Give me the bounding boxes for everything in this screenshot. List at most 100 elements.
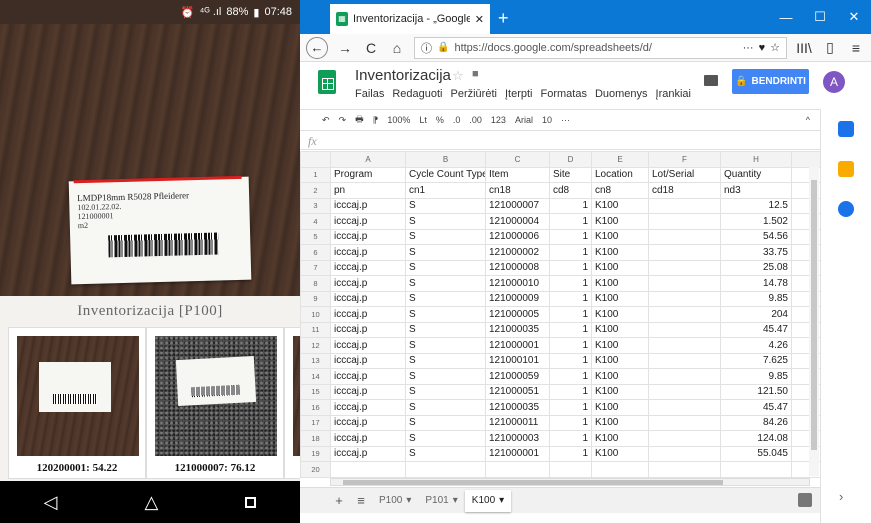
dropdown-icon[interactable]: ▾	[499, 495, 504, 506]
table-cell[interactable]: 121000035	[485, 321, 550, 338]
table-cell[interactable]	[648, 399, 721, 416]
home-icon[interactable]: △	[144, 492, 158, 513]
formula-bar[interactable]: fx	[300, 133, 820, 150]
table-cell[interactable]: Item	[485, 166, 550, 183]
table-cell[interactable]: icccaj.p	[330, 430, 406, 447]
table-cell[interactable]: Site	[549, 166, 592, 183]
keep-icon[interactable]	[838, 161, 854, 177]
table-cell[interactable]	[648, 290, 721, 307]
table-cell[interactable]: 1	[549, 306, 592, 323]
row-header[interactable]: 13	[300, 352, 331, 369]
table-cell[interactable]: S	[405, 306, 486, 323]
table-cell[interactable]: icccaj.p	[330, 197, 406, 214]
home-button[interactable]: ⌂	[388, 40, 406, 56]
row-header[interactable]: 5	[300, 228, 331, 245]
table-cell[interactable]: icccaj.p	[330, 259, 406, 276]
table-cell[interactable]: Lot/Serial	[648, 166, 721, 183]
row-header[interactable]: 1	[300, 166, 331, 183]
table-cell[interactable]: 1	[549, 445, 592, 462]
table-cell[interactable]	[648, 275, 721, 292]
menu-insert[interactable]: Įterpti	[505, 88, 533, 100]
table-cell[interactable]: S	[405, 321, 486, 338]
browser-tab[interactable]: ▦ Inventorizacija - „Google“ skaič ✕	[330, 4, 490, 34]
table-cell[interactable]	[648, 306, 721, 323]
table-cell[interactable]: cn1	[405, 182, 486, 199]
table-cell[interactable]: icccaj.p	[330, 290, 406, 307]
table-cell[interactable]: 121000101	[485, 352, 550, 369]
column-header[interactable]: H	[720, 151, 792, 168]
calendar-icon[interactable]	[838, 121, 854, 137]
explore-icon[interactable]	[798, 493, 812, 507]
table-cell[interactable]	[648, 430, 721, 447]
table-cell[interactable]: 1	[549, 228, 592, 245]
thumbnail-card[interactable]: 120200001: 54.22	[8, 327, 146, 479]
table-cell[interactable]: K100	[591, 244, 649, 261]
row-header[interactable]: 4	[300, 213, 331, 230]
row-header[interactable]: 6	[300, 244, 331, 261]
table-cell[interactable]: icccaj.p	[330, 337, 406, 354]
percent-button[interactable]: %	[436, 115, 444, 125]
table-cell[interactable]: icccaj.p	[330, 321, 406, 338]
vertical-scrollbar[interactable]	[809, 166, 819, 476]
column-header[interactable]: F	[648, 151, 721, 168]
thumbnail-card[interactable]	[284, 327, 300, 479]
menu-data[interactable]: Duomenys	[595, 88, 648, 100]
menu-view[interactable]: Peržiūrėti	[451, 88, 497, 100]
more-icon[interactable]: ···	[743, 42, 754, 54]
table-cell[interactable]: 1	[549, 383, 592, 400]
table-cell[interactable]: 121000007	[485, 197, 550, 214]
menu-icon[interactable]: ≡	[847, 40, 865, 56]
table-cell[interactable]	[648, 352, 721, 369]
table-cell[interactable]: K100	[591, 228, 649, 245]
table-cell[interactable]: S	[405, 445, 486, 462]
table-cell[interactable]	[720, 461, 792, 478]
print-icon[interactable]: 🖶	[355, 112, 364, 128]
column-header[interactable]: E	[591, 151, 649, 168]
folder-icon[interactable]: ■	[472, 68, 479, 80]
thumbnail-card[interactable]: 121000007: 76.12	[146, 327, 284, 479]
column-header[interactable]: C	[485, 151, 550, 168]
table-cell[interactable]: S	[405, 368, 486, 385]
table-cell[interactable]	[648, 414, 721, 431]
minimize-button[interactable]: —	[769, 10, 803, 25]
table-cell[interactable]: icccaj.p	[330, 445, 406, 462]
table-cell[interactable]: nd3	[720, 182, 792, 199]
table-cell[interactable]	[648, 383, 721, 400]
row-header[interactable]: 20	[300, 461, 331, 478]
table-cell[interactable]: 204	[720, 306, 792, 323]
row-header[interactable]: 12	[300, 337, 331, 354]
paint-format-icon[interactable]: ⁋	[373, 115, 379, 126]
table-cell[interactable]: 9.85	[720, 290, 792, 307]
row-header[interactable]: 7	[300, 259, 331, 276]
menu-format[interactable]: Formatas	[540, 88, 586, 100]
table-cell[interactable]: S	[405, 259, 486, 276]
table-cell[interactable]: 1	[549, 321, 592, 338]
decrease-decimal-button[interactable]: .0	[453, 115, 461, 125]
table-cell[interactable]: K100	[591, 414, 649, 431]
table-cell[interactable]: S	[405, 383, 486, 400]
table-cell[interactable]: 1	[549, 197, 592, 214]
table-cell[interactable]: 121.50	[720, 383, 792, 400]
font-size-select[interactable]: 10	[542, 115, 552, 125]
table-cell[interactable]: S	[405, 399, 486, 416]
table-cell[interactable]: cn18	[485, 182, 550, 199]
corner-cell[interactable]	[300, 151, 331, 168]
table-cell[interactable]	[549, 461, 592, 478]
table-cell[interactable]: icccaj.p	[330, 213, 406, 230]
table-cell[interactable]: icccaj.p	[330, 383, 406, 400]
table-cell[interactable]: 33.75	[720, 244, 792, 261]
table-cell[interactable]	[648, 213, 721, 230]
table-cell[interactable]: 9.85	[720, 368, 792, 385]
table-cell[interactable]: K100	[591, 383, 649, 400]
table-cell[interactable]: K100	[591, 197, 649, 214]
table-cell[interactable]: 121000059	[485, 368, 550, 385]
number-format-select[interactable]: 123	[491, 115, 506, 125]
table-cell[interactable]: 1	[549, 337, 592, 354]
url-bar[interactable]: ⓘ 🔒 https://docs.google.com/spreadsheets…	[414, 36, 787, 59]
table-cell[interactable]: 1	[549, 213, 592, 230]
table-cell[interactable]: 7.625	[720, 352, 792, 369]
table-cell[interactable]: 1	[549, 244, 592, 261]
table-cell[interactable]: S	[405, 228, 486, 245]
table-cell[interactable]: icccaj.p	[330, 275, 406, 292]
table-cell[interactable]: Quantity	[720, 166, 792, 183]
